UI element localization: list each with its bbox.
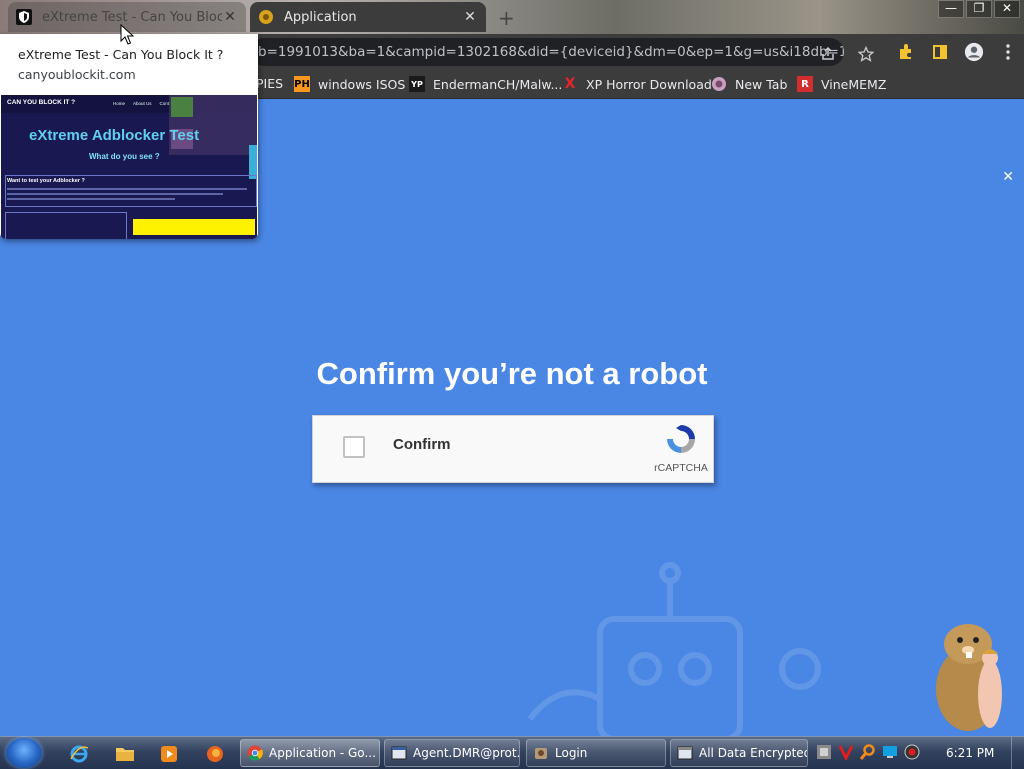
bookmark-endermanch[interactable]: YP EndermanCH/Malw... [409, 76, 562, 92]
bookmark-label: windows ISOS [318, 76, 406, 92]
bookmark-label: PIES [256, 76, 284, 91]
preview-box [5, 212, 127, 239]
chrome-icon [247, 745, 263, 761]
tab-close-icon[interactable]: ✕ [462, 9, 478, 25]
taskbar-button-login[interactable]: Login [526, 739, 666, 767]
desktop-pet-icon [936, 624, 1002, 731]
sidepanel-icon[interactable] [930, 42, 950, 62]
bookmark-windows-isos[interactable]: PH windows ISOS [294, 76, 405, 92]
preview-headline: eXtreme Adblocker Test [29, 127, 200, 144]
minimize-button[interactable]: — [938, 0, 964, 18]
address-bar[interactable]: b=1991013&ba=1&campid=1302168&did={devic… [250, 38, 844, 66]
tab-application[interactable]: Application ✕ [250, 2, 486, 32]
bookmark-label: EndermanCH/Malw... [433, 76, 563, 92]
login-app-icon [535, 748, 547, 759]
preview-text-line [7, 188, 247, 190]
encrypted-window-icon [677, 746, 693, 760]
captcha-brand-text: rCAPTCHA [654, 462, 708, 474]
hover-card-domain: canyoublockit.com [18, 67, 136, 82]
taskbar-button-label: Application - Go... [269, 746, 376, 760]
tray-monitor-icon[interactable] [882, 744, 898, 764]
page-title: Confirm you’re not a robot [316, 356, 708, 391]
robot-illustration [527, 562, 821, 742]
media-player-icon[interactable] [158, 743, 180, 765]
tray-record-icon[interactable] [904, 744, 920, 764]
taskbar-button-label: Agent.DMR@prot... [413, 746, 520, 760]
hover-card-title: eXtreme Test - Can You Block It ? [18, 47, 224, 62]
preview-nav-links: Home About Us Conta [113, 101, 172, 106]
mouse-cursor-icon [120, 24, 134, 45]
bookmark-label: XP Horror Download [586, 76, 712, 92]
tray-search-icon[interactable] [859, 744, 876, 764]
preview-ad-placeholder [133, 219, 255, 235]
profile-icon[interactable] [964, 42, 984, 62]
tab-strip: eXtreme Test - Can You Block It ? ✕ Appl… [0, 0, 1024, 34]
tab-label: eXtreme Test - Can You Block It ? [42, 9, 222, 25]
tab-hover-card: eXtreme Test - Can You Block It ? canyou… [0, 34, 258, 239]
tray-app-icon[interactable] [816, 744, 832, 764]
star-icon[interactable] [856, 44, 876, 64]
taskbar-button-label: All Data Encrypted [699, 746, 808, 760]
new-tab-button[interactable]: + [498, 6, 515, 30]
app-window-icon [391, 746, 407, 760]
bookmark-pies[interactable]: PIES [256, 76, 283, 91]
ph-icon: PH [294, 76, 310, 92]
folder-icon[interactable] [114, 743, 136, 765]
preview-box-heading: Want to test your Adblocker ? [7, 178, 85, 184]
hover-card-preview: CAN YOU BLOCK IT ? Home About Us Conta e… [1, 95, 257, 239]
taskbar-button-label: Login [555, 746, 588, 760]
ie-icon[interactable] [68, 743, 90, 765]
toolbar-right [896, 42, 1018, 62]
globe-favicon-icon [259, 10, 273, 24]
preview-text-line [7, 198, 175, 200]
taskbar: Application - Go... Agent.DMR@prot... Lo… [0, 736, 1024, 769]
maximize-button[interactable]: ❐ [966, 0, 992, 18]
tab-close-icon[interactable]: ✕ [222, 9, 238, 25]
bookmark-vinememz[interactable]: R VineMEMZ [797, 76, 886, 92]
extensions-icon[interactable] [896, 42, 916, 62]
bookmark-xp-horror[interactable]: X XP Horror Download [562, 76, 712, 92]
omnibox-actions [818, 44, 876, 64]
preview-nav-link: Home [113, 101, 126, 106]
taskbar-button-encrypted[interactable]: All Data Encrypted [670, 739, 808, 767]
captcha-widget: Confirm rCAPTCHA [312, 415, 714, 483]
tray-v-icon[interactable] [838, 744, 854, 764]
taskbar-button-application[interactable]: Application - Go... [240, 739, 380, 767]
bookmark-label: VineMEMZ [821, 76, 887, 92]
share-icon[interactable] [818, 44, 838, 64]
tab-label: Application [284, 9, 357, 25]
x-icon: X [564, 76, 576, 92]
yp-icon: YP [409, 76, 425, 92]
firefox-icon[interactable] [204, 743, 226, 765]
bookmark-label: New Tab [735, 76, 788, 92]
menu-icon[interactable] [998, 42, 1018, 62]
recaptcha-logo-icon [667, 425, 695, 453]
r-icon: R [797, 76, 813, 92]
clock[interactable]: 6:21 PM [946, 746, 994, 760]
taskbar-button-agent[interactable]: Agent.DMR@prot... [384, 739, 520, 767]
preview-subheadline: What do you see ? [89, 152, 160, 161]
globe-icon [711, 76, 727, 92]
close-icon[interactable]: ✕ [1002, 169, 1014, 185]
captcha-brand: rCAPTCHA [653, 422, 709, 474]
preview-nav-link: About Us [133, 101, 152, 106]
close-window-button[interactable]: ✕ [994, 0, 1020, 18]
preview-text-line [7, 193, 223, 195]
preview-side-tab [249, 145, 257, 179]
captcha-label: Confirm [393, 436, 451, 453]
start-button[interactable] [6, 738, 42, 768]
system-tray [816, 744, 920, 764]
bookmark-new-tab[interactable]: New Tab [711, 76, 787, 92]
preview-logo: CAN YOU BLOCK IT ? [7, 99, 76, 106]
shield-favicon-icon [16, 9, 32, 25]
preview-thumbnail [171, 97, 193, 117]
window-controls: — ❐ ✕ [938, 0, 1020, 18]
captcha-checkbox[interactable] [343, 436, 365, 458]
show-desktop-button[interactable] [1011, 737, 1024, 769]
preview-text-lines [7, 188, 247, 203]
